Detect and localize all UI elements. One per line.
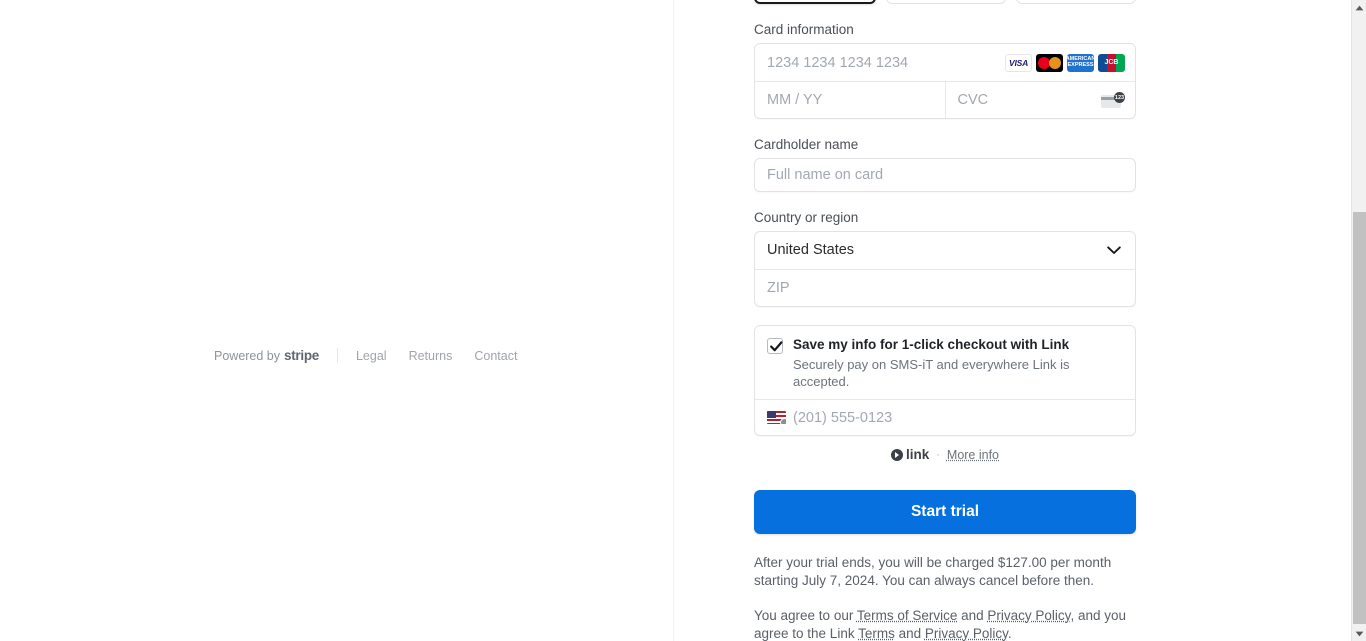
jcb-icon: JCB [1098,53,1125,72]
country-region-group: Country or region United States [754,210,1136,307]
zip-row [755,269,1135,306]
footer-link-contact[interactable]: Contact [474,349,517,363]
link-logo-label: link [905,447,930,462]
start-trial-button[interactable]: Start trial [754,490,1136,534]
link-save-info-group: Save my info for 1-click checkout with L… [754,325,1136,462]
mastercard-icon [1036,53,1063,72]
stripe-footer: Powered by stripe Legal Returns Contact [214,348,517,363]
zip-input[interactable] [755,270,1135,306]
cardholder-name-box [754,158,1136,192]
chevron-down-icon [1107,242,1121,260]
footer-link-returns[interactable]: Returns [409,349,453,363]
link-save-title: Save my info for 1-click checkout with L… [793,337,1070,352]
scroll-up-arrow-icon[interactable] [1352,0,1366,15]
link-footer: link · More info [754,447,1136,462]
stripe-wordmark: stripe [284,348,319,363]
us-flag-icon [767,411,786,424]
country-region-label: Country or region [754,210,859,225]
cvc-hint-digits: 123 [1114,92,1125,103]
payment-tab-card[interactable] [754,0,876,4]
card-information-label: Card information [754,22,854,37]
card-information-box: VISA AMERICANEXPRESS JCB [754,43,1136,119]
link-more-info-link[interactable]: More info [947,448,999,462]
privacy-policy-link[interactable]: Privacy Policy [987,608,1070,623]
cardholder-name-group: Cardholder name [754,137,1136,192]
link-save-checkbox-row[interactable]: Save my info for 1-click checkout with L… [755,326,1135,399]
payment-method-tabs [754,0,1136,4]
scrollbar-thumb[interactable] [1353,212,1366,624]
link-save-checkbox[interactable] [767,338,783,354]
link-save-subtitle: Securely pay on SMS-iT and everywhere Li… [793,357,1070,389]
link-phone-row[interactable]: (201) 555-0123 [755,399,1135,435]
card-number-row: VISA AMERICANEXPRESS JCB [755,44,1135,81]
card-expiry-cell [755,81,945,118]
card-cvc-cell: 123 [944,81,1135,118]
card-information-group: Card information VISA AMERICANEXPRESS [754,22,1136,119]
vertical-scrollbar[interactable] [1351,0,1366,641]
legal-part-5: . [1007,625,1012,641]
card-brand-icons: VISA AMERICAN EXPRESS JCB [1005,53,1125,72]
legal-part-4: and [894,625,925,641]
scroll-down-arrow-icon[interactable] [1352,626,1366,641]
country-selected-value: United States [767,242,855,258]
payment-tab-alt-3[interactable] [1016,0,1136,4]
card-expiry-input[interactable] [755,81,945,118]
cardholder-name-input[interactable] [755,159,1135,191]
powered-by-label: Powered by [214,349,281,363]
amex-icon: AMERICAN EXPRESS [1067,53,1094,72]
visa-icon: VISA [1005,53,1032,72]
link-footer-separator: · [936,448,940,461]
card-expiry-cvc-row: 123 [755,81,1135,118]
check-icon [770,341,783,352]
powered-by-stripe: Powered by stripe [214,348,319,363]
link-terms-link[interactable]: Terms [858,626,895,641]
terms-of-service-link[interactable]: Terms of Service [857,608,958,623]
link-privacy-policy-link[interactable]: Privacy Policy [925,626,1008,641]
link-logo-icon: link [890,447,930,462]
country-select[interactable]: United States [755,232,1135,269]
country-region-box: United States [754,231,1136,307]
trial-charge-note: After your trial ends, you will be charg… [754,555,1112,588]
checkout-page: Powered by stripe Legal Returns Contact … [0,0,1366,641]
payment-tab-alt-2[interactable] [886,0,1006,4]
footer-divider [336,348,338,363]
legal-part-2: and [957,608,988,623]
payment-form-panel: Card information VISA AMERICANEXPRESS [675,0,1351,641]
payment-form: Card information VISA AMERICANEXPRESS [754,0,1136,641]
footer-link-legal[interactable]: Legal [356,349,387,363]
legal-part-1: You agree to our [754,608,857,623]
cvc-hint-icon: 123 [1101,92,1125,108]
link-phone-input[interactable]: (201) 555-0123 [793,410,892,426]
country-select-row[interactable]: United States [755,232,1135,269]
link-save-info-box: Save my info for 1-click checkout with L… [754,325,1136,436]
legal-agreement-note: You agree to our Terms of Service and Pr… [754,607,1136,641]
cardholder-name-label: Cardholder name [754,137,859,152]
order-summary-panel: Powered by stripe Legal Returns Contact [0,0,674,641]
